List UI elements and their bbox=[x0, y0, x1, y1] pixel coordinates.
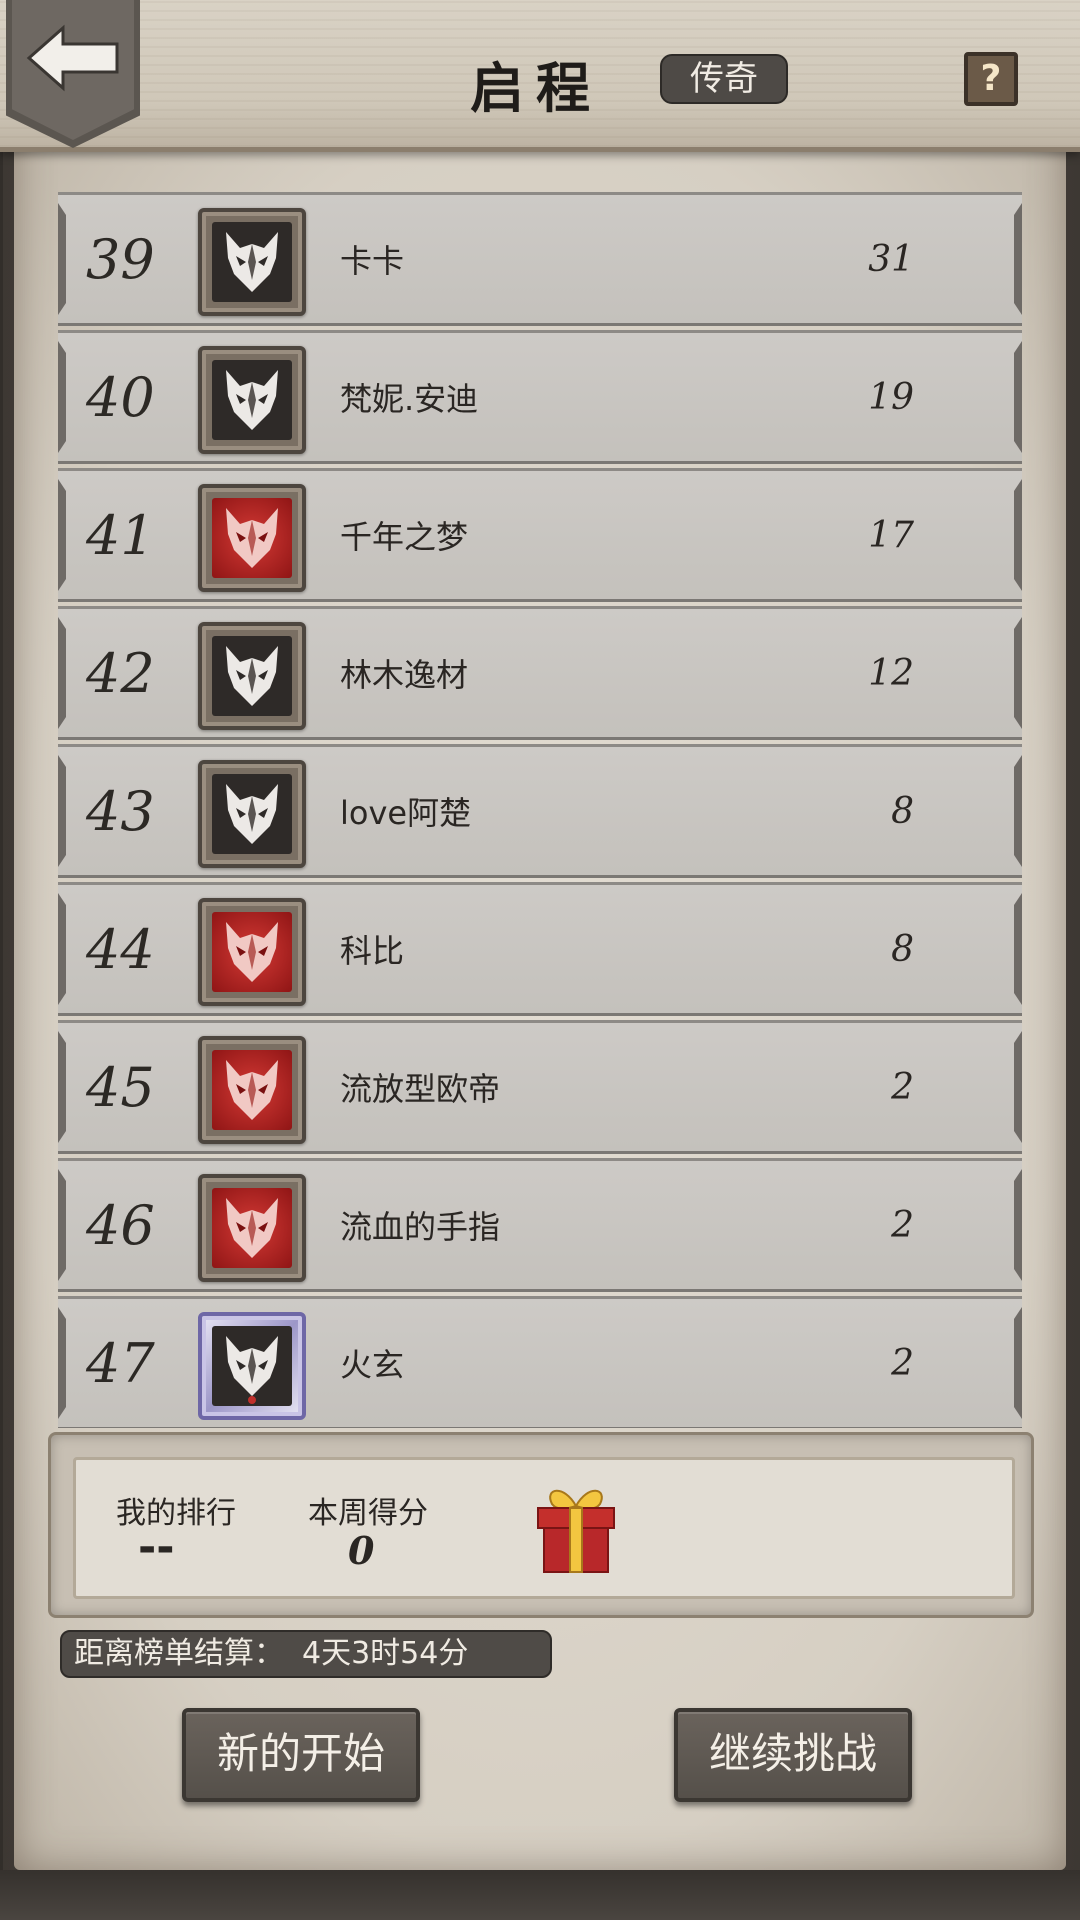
player-name: love阿楚 bbox=[340, 794, 472, 832]
new-start-button[interactable]: 新的开始 bbox=[182, 1708, 420, 1802]
rank-number: 46 bbox=[86, 1193, 155, 1257]
player-score: 2 bbox=[891, 1342, 914, 1384]
rank-number: 42 bbox=[86, 641, 155, 705]
my-rank-value: -- bbox=[138, 1522, 175, 1573]
countdown-label: 距离榜单结算： bbox=[74, 1636, 284, 1671]
player-score: 2 bbox=[891, 1204, 914, 1246]
player-name: 千年之梦 bbox=[340, 518, 469, 556]
leaderboard-row[interactable]: 42 林木逸材 12 bbox=[58, 606, 1022, 740]
continue-challenge-button[interactable]: 继续挑战 bbox=[674, 1708, 912, 1802]
rank-number: 39 bbox=[86, 227, 155, 291]
my-rank-panel: 我的排行 -- 本周得分 0 bbox=[48, 1432, 1034, 1618]
bottom-wood-edge bbox=[0, 1870, 1080, 1920]
rank-number: 41 bbox=[86, 503, 155, 567]
player-score: 12 bbox=[868, 652, 914, 694]
my-rank-label: 我的排行 bbox=[116, 1496, 236, 1531]
leaderboard-row[interactable]: 46 流血的手指 2 bbox=[58, 1158, 1022, 1292]
wolf-icon bbox=[226, 784, 278, 844]
leaderboard-row[interactable]: 39 卡卡 31 bbox=[58, 192, 1022, 326]
leaderboard-row[interactable]: 47 火玄 2 bbox=[58, 1296, 1022, 1428]
page-title: 启程 bbox=[470, 57, 602, 120]
player-score: 8 bbox=[891, 790, 914, 832]
wolf-icon bbox=[226, 1198, 278, 1258]
week-score-value: 0 bbox=[348, 1528, 375, 1573]
week-score-label: 本周得分 bbox=[308, 1496, 428, 1531]
player-avatar[interactable] bbox=[198, 760, 306, 868]
player-name: 卡卡 bbox=[340, 242, 405, 280]
player-avatar[interactable] bbox=[198, 898, 306, 1006]
rank-number: 43 bbox=[86, 779, 155, 843]
gift-box-icon[interactable] bbox=[528, 1478, 624, 1578]
player-avatar[interactable] bbox=[198, 622, 306, 730]
player-score: 8 bbox=[891, 928, 914, 970]
player-name: 火玄 bbox=[340, 1346, 405, 1384]
mode-badge[interactable]: 传奇 bbox=[660, 54, 788, 104]
leaderboard-row[interactable]: 41 千年之梦 17 bbox=[58, 468, 1022, 602]
help-button[interactable]: ? bbox=[964, 52, 1018, 106]
rank-number: 40 bbox=[86, 365, 155, 429]
player-name: 流血的手指 bbox=[340, 1208, 501, 1246]
countdown-value: 4天3时54分 bbox=[302, 1636, 469, 1671]
player-avatar[interactable] bbox=[198, 1174, 306, 1282]
rank-number: 47 bbox=[86, 1331, 155, 1395]
wolf-icon bbox=[226, 922, 278, 982]
player-score: 17 bbox=[868, 514, 914, 556]
arrow-left-icon bbox=[26, 24, 119, 92]
wolf-icon bbox=[226, 508, 278, 568]
wolf-icon bbox=[226, 370, 278, 430]
player-avatar[interactable] bbox=[198, 346, 306, 454]
leaderboard-row[interactable]: 43 love阿楚 8 bbox=[58, 744, 1022, 878]
player-score: 31 bbox=[868, 238, 914, 280]
player-avatar[interactable] bbox=[198, 1036, 306, 1144]
player-name: 流放型欧帝 bbox=[340, 1070, 501, 1108]
wolf-icon bbox=[226, 1336, 278, 1404]
player-avatar[interactable] bbox=[198, 1312, 306, 1420]
my-rank-panel-inner: 我的排行 -- 本周得分 0 bbox=[73, 1457, 1015, 1599]
player-avatar[interactable] bbox=[198, 208, 306, 316]
player-name: 林木逸材 bbox=[340, 656, 469, 694]
wolf-icon bbox=[226, 646, 278, 706]
player-score: 19 bbox=[868, 376, 914, 418]
player-name: 科比 bbox=[340, 932, 405, 970]
settlement-countdown: 距离榜单结算： 4天3时54分 bbox=[60, 1630, 552, 1678]
wolf-icon bbox=[226, 232, 278, 292]
leaderboard-list[interactable]: 39 卡卡 31 40 梵妮.安迪 19 41 千年之梦 17 42 林木逸材 … bbox=[58, 152, 1022, 1428]
player-score: 2 bbox=[891, 1066, 914, 1108]
wolf-icon bbox=[226, 1060, 278, 1120]
rank-number: 45 bbox=[86, 1055, 155, 1119]
leaderboard-row[interactable]: 45 流放型欧帝 2 bbox=[58, 1020, 1022, 1154]
rank-number: 44 bbox=[86, 917, 155, 981]
player-avatar[interactable] bbox=[198, 484, 306, 592]
player-name: 梵妮.安迪 bbox=[340, 380, 479, 418]
leaderboard-row[interactable]: 40 梵妮.安迪 19 bbox=[58, 330, 1022, 464]
leaderboard-row[interactable]: 44 科比 8 bbox=[58, 882, 1022, 1016]
